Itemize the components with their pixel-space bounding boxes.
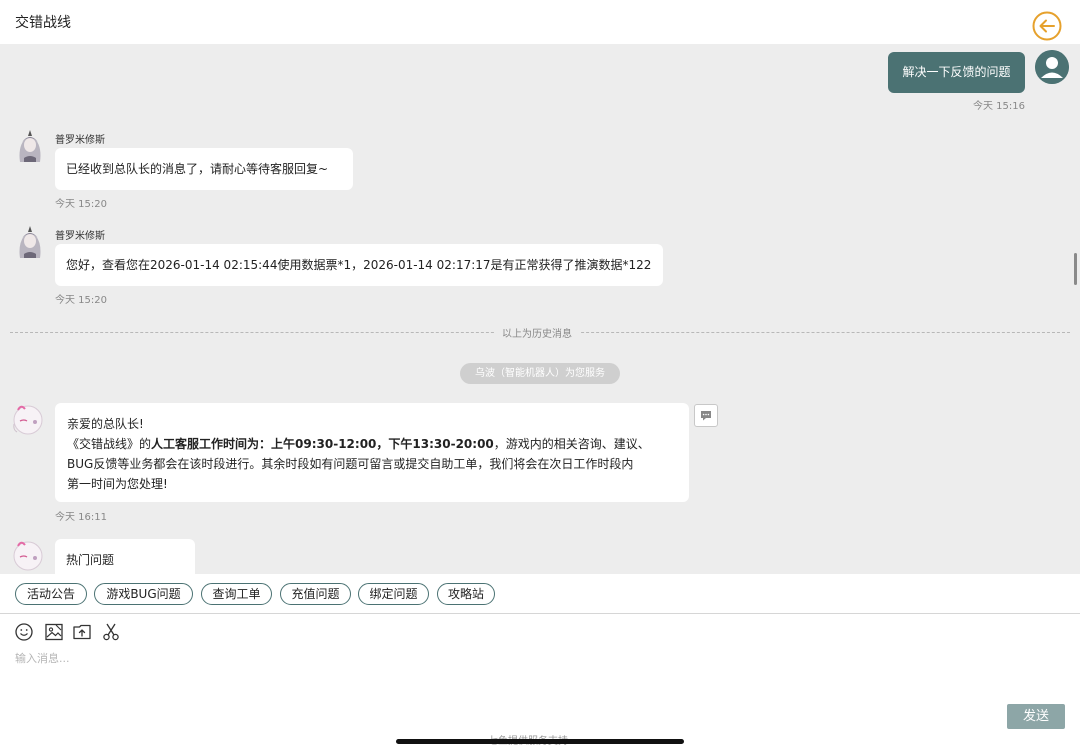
bot-text: ，游戏内的相关咨询、建议、 <box>493 437 650 451</box>
message-time: 今天 16:11 <box>55 512 107 523</box>
message-icon-button[interactable] <box>694 404 718 427</box>
input-area: 发送 七鱼提供服务支持 <box>0 614 1080 751</box>
scrollbar[interactable] <box>1074 253 1077 285</box>
user-avatar-icon <box>1035 50 1069 84</box>
message-icon <box>701 411 711 421</box>
quick-reply-recharge[interactable]: 充值问题 <box>280 583 351 605</box>
screenshot-button[interactable] <box>101 622 121 642</box>
quick-reply-bar: 活动公告 游戏BUG问题 查询工单 充值问题 绑定问题 攻略站 <box>0 574 1080 614</box>
service-hours-text: 人工客服工作时间为：上午09:30-12:00，下午13:30-20:00 <box>151 437 494 451</box>
quick-reply-ticket[interactable]: 查询工单 <box>201 583 272 605</box>
emoji-button[interactable] <box>14 622 34 642</box>
upload-file-icon <box>73 624 91 640</box>
service-notice: 乌波（智能机器人）为您服务 <box>460 363 620 384</box>
user-message-bubble: 解决一下反馈的问题 <box>888 52 1025 93</box>
bot-avatar <box>11 402 43 438</box>
bot-greeting: 亲爱的总队长! <box>67 417 144 431</box>
quick-reply-guide[interactable]: 攻略站 <box>437 583 495 605</box>
bot-avatar <box>11 538 43 574</box>
bot-message-line: BUG反馈等业务都会在该时段进行。其余时段如有问题可留言或提交自助工单，我们将会… <box>67 457 634 471</box>
page-title: 交错战线 <box>15 15 71 31</box>
image-icon <box>45 623 63 641</box>
agent-message-bubble: 已经收到总队长的消息了，请耐心等待客服回复~ <box>55 148 353 190</box>
message-time: 今天 15:20 <box>55 295 107 306</box>
image-button[interactable] <box>44 622 64 642</box>
message-time: 今天 15:16 <box>973 101 1025 112</box>
agent-avatar <box>14 224 46 260</box>
upload-file-button[interactable] <box>72 622 92 642</box>
app-window: 交错战线 解决一下反馈的问题 今天 15:16 普罗米修斯 已经收到总队长的消息… <box>0 0 1080 751</box>
bot-message-line: 《交错战线》的人工客服工作时间为：上午09:30-12:00，下午13:30-2… <box>67 434 677 454</box>
scissors-icon <box>103 623 119 641</box>
quick-reply-bug[interactable]: 游戏BUG问题 <box>94 583 193 605</box>
quick-reply-activity[interactable]: 活动公告 <box>15 583 87 605</box>
message-time: 今天 15:20 <box>55 199 107 210</box>
quick-reply-binding[interactable]: 绑定问题 <box>358 583 429 605</box>
bot-message-bubble: 亲爱的总队长! 《交错战线》的人工客服工作时间为：上午09:30-12:00，下… <box>55 403 689 502</box>
message-input[interactable] <box>15 648 1015 668</box>
bot-text: 《交错战线》的 <box>67 437 152 451</box>
agent-avatar <box>14 128 46 164</box>
header: 交错战线 <box>0 0 1080 44</box>
agent-name: 普罗米修斯 <box>55 135 105 146</box>
back-button[interactable] <box>1032 11 1062 41</box>
agent-name: 普罗米修斯 <box>55 231 105 242</box>
history-divider-label: 以上为历史消息 <box>494 325 580 340</box>
back-arrow-icon <box>1032 11 1062 41</box>
emoji-icon <box>15 623 33 641</box>
home-indicator <box>396 739 684 744</box>
send-button[interactable]: 发送 <box>1007 704 1065 729</box>
bot-message-line: 第一时间为您处理! <box>67 477 168 491</box>
hot-questions-bubble: 热门问题 <box>55 539 195 574</box>
agent-message-bubble: 您好，查看您在2026-01-14 02:15:44使用数据票*1，2026-0… <box>55 244 663 286</box>
chat-area[interactable]: 解决一下反馈的问题 今天 15:16 普罗米修斯 已经收到总队长的消息了，请耐心… <box>0 44 1080 574</box>
